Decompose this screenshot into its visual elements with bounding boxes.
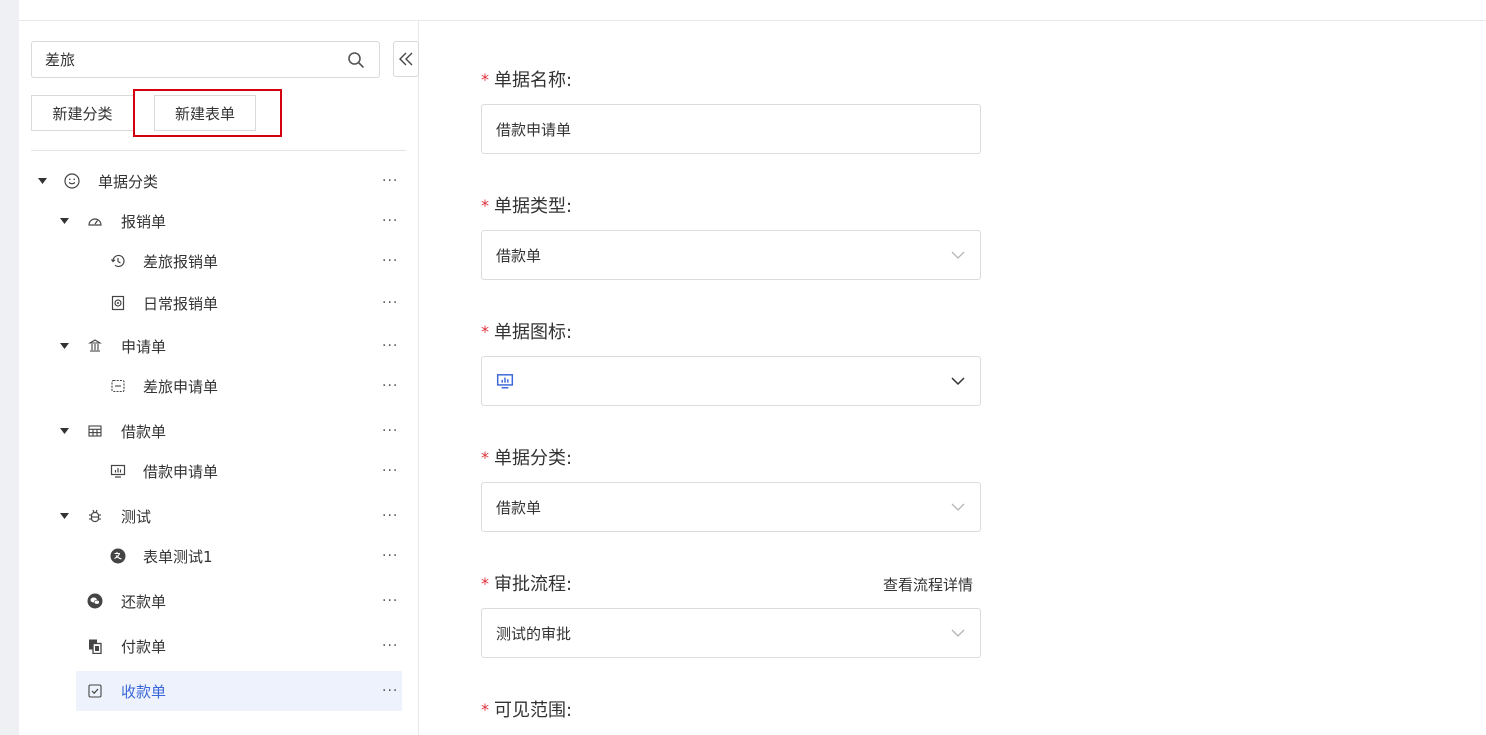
form-approval-value: 测试的审批: [496, 624, 572, 643]
search-input-value[interactable]: 差旅: [45, 49, 379, 70]
table-icon: [87, 423, 103, 439]
tree-item-loan-application[interactable]: 借款申请单 ···: [19, 451, 419, 491]
tree-item-label: 借款单: [121, 422, 167, 441]
caret-down-icon[interactable]: [59, 216, 69, 226]
search-icon[interactable]: [347, 51, 365, 69]
more-options-icon[interactable]: ···: [382, 378, 398, 394]
chevron-down-icon[interactable]: [951, 626, 965, 640]
safe-icon: [110, 295, 126, 311]
tree-item-label: 表单测试1: [143, 547, 213, 566]
more-options-icon[interactable]: ···: [382, 463, 398, 479]
history-icon: [110, 253, 126, 269]
tree-item-label: 收款单: [121, 682, 167, 701]
more-options-icon[interactable]: ···: [382, 338, 398, 354]
form-name-value[interactable]: 借款申请单: [496, 119, 571, 140]
tree-item-loan[interactable]: 借款单 ···: [19, 411, 419, 451]
tree-item-label: 测试: [121, 507, 152, 526]
dashboard-icon: [87, 213, 103, 229]
wechat-icon: [87, 593, 103, 609]
form-approval-label: * 审批流程:: [481, 573, 573, 596]
form-icon-label: * 单据图标:: [481, 321, 573, 344]
form-category-select[interactable]: 借款单: [481, 482, 981, 532]
form-approval-select[interactable]: 测试的审批: [481, 608, 981, 658]
tree-item-label: 还款单: [121, 592, 167, 611]
caret-down-icon[interactable]: [59, 511, 69, 521]
tree-item-label: 日常报销单: [143, 294, 219, 313]
required-mark: *: [481, 321, 489, 341]
more-options-icon[interactable]: ···: [382, 173, 398, 189]
required-mark: *: [481, 69, 489, 89]
tree-item-label: 申请单: [121, 337, 167, 356]
new-category-button[interactable]: 新建分类: [31, 95, 133, 131]
tree-item-label: 差旅报销单: [143, 252, 219, 271]
bank-icon: [87, 338, 103, 354]
more-options-icon[interactable]: ···: [382, 593, 398, 609]
tree-item-payment[interactable]: 付款单 ···: [19, 626, 419, 666]
caret-down-icon[interactable]: [59, 426, 69, 436]
tree-item-repayment[interactable]: 还款单 ···: [19, 581, 419, 621]
tree-item-travel-reimbursement[interactable]: 差旅报销单 ···: [19, 241, 419, 281]
tree-item-reimbursement[interactable]: 报销单 ···: [19, 201, 419, 241]
tree-item-test[interactable]: 测试 ···: [19, 496, 419, 536]
more-options-icon[interactable]: ···: [382, 548, 398, 564]
tree-item-travel-application[interactable]: 差旅申请单 ···: [19, 366, 419, 406]
tree-item-label: 借款申请单: [143, 462, 219, 481]
form-panel: * 单据名称: 借款申请单 * 单据类型: 借款单 * 单据图标: * 单据分类…: [419, 21, 1486, 735]
required-mark: *: [481, 573, 489, 593]
caret-down-icon[interactable]: [37, 176, 47, 186]
tree-item-label: 付款单: [121, 637, 167, 656]
tree-item-form-test-1[interactable]: 表单测试1 ···: [19, 536, 419, 576]
new-form-button[interactable]: 新建表单: [154, 95, 256, 131]
more-options-icon[interactable]: ···: [382, 423, 398, 439]
caret-down-icon[interactable]: [59, 341, 69, 351]
view-flow-details-link[interactable]: 查看流程详情: [883, 574, 973, 595]
form-icon-select[interactable]: [481, 356, 981, 406]
required-mark: *: [481, 447, 489, 467]
more-options-icon[interactable]: ···: [382, 508, 398, 524]
form-type-select[interactable]: 借款单: [481, 230, 981, 280]
category-sidebar: 差旅 新建分类 新建表单 单据分类 ··· 报销单 ··· 差旅报销单 ··· …: [19, 21, 419, 735]
bug-icon: [87, 508, 103, 524]
scan-icon: [110, 378, 126, 394]
tree-item-label: 报销单: [121, 212, 167, 231]
tree-item-document-category[interactable]: 单据分类 ···: [19, 161, 419, 201]
chevron-down-icon[interactable]: [951, 500, 965, 514]
more-options-icon[interactable]: ···: [382, 683, 398, 699]
form-type-label: * 单据类型:: [481, 195, 573, 218]
checkbox-icon: [87, 683, 103, 699]
more-options-icon[interactable]: ···: [382, 213, 398, 229]
double-chevron-left-icon: [399, 52, 413, 66]
top-bar: [19, 0, 1486, 21]
sidebar-divider: [31, 150, 406, 151]
translate-icon: [110, 548, 126, 564]
monitor-chart-icon: [496, 374, 514, 389]
more-options-icon[interactable]: ···: [382, 253, 398, 269]
more-options-icon[interactable]: ···: [382, 638, 398, 654]
required-mark: *: [481, 195, 489, 215]
smile-icon: [64, 173, 80, 189]
collapse-sidebar-button[interactable]: [393, 41, 419, 77]
tree-item-application[interactable]: 申请单 ···: [19, 326, 419, 366]
tree-item-receipt[interactable]: 收款单 ···: [19, 671, 419, 711]
tree-item-label: 单据分类: [98, 172, 159, 191]
tree-item-daily-reimbursement[interactable]: 日常报销单 ···: [19, 283, 419, 323]
monitor-chart-icon: [110, 463, 126, 479]
chevron-down-icon[interactable]: [951, 248, 965, 262]
form-visibility-label: * 可见范围:: [481, 699, 573, 722]
left-edge-strip: [0, 0, 19, 735]
form-type-value: 借款单: [496, 246, 542, 265]
form-name-input[interactable]: 借款申请单: [481, 104, 981, 154]
chevron-down-icon[interactable]: [951, 374, 965, 388]
form-category-label: * 单据分类:: [481, 447, 573, 470]
more-options-icon[interactable]: ···: [382, 295, 398, 311]
copy-document-icon: [87, 638, 103, 654]
search-input[interactable]: 差旅: [31, 41, 380, 78]
form-name-label: * 单据名称:: [481, 69, 573, 92]
tree-item-label: 差旅申请单: [143, 377, 219, 396]
required-mark: *: [481, 699, 489, 719]
form-category-value: 借款单: [496, 498, 542, 517]
